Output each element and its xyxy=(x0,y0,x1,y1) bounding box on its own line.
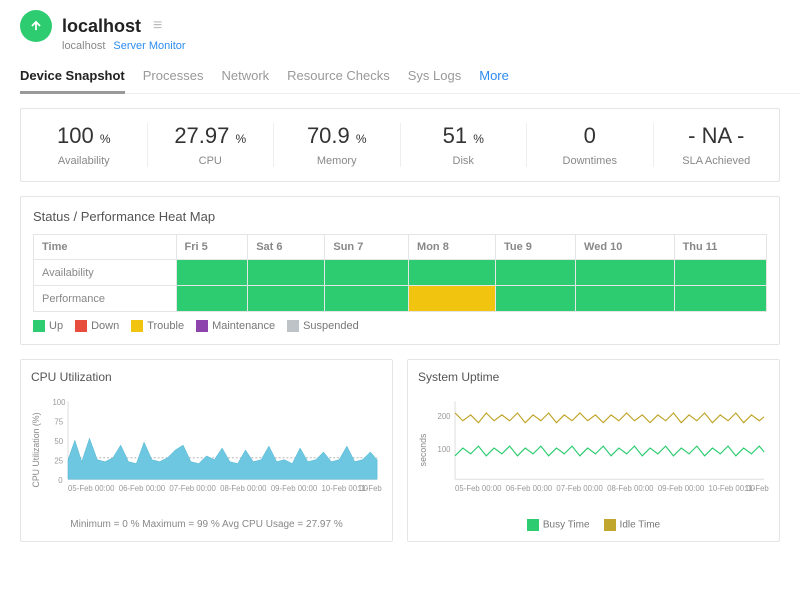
metric-cpu: 27.97 % CPU xyxy=(148,123,275,167)
svg-text:09-Feb 00:00: 09-Feb 00:00 xyxy=(271,484,318,493)
swatch-busy-icon xyxy=(527,519,539,531)
breadcrumb-link[interactable]: Server Monitor xyxy=(113,40,185,52)
svg-text:0: 0 xyxy=(58,476,63,485)
cpu-chart-title: CPU Utilization xyxy=(31,370,382,384)
tab-network[interactable]: Network xyxy=(221,62,269,93)
metric-disk: 51 % Disk xyxy=(401,123,528,167)
svg-text:200: 200 xyxy=(438,412,452,421)
breadcrumb-host: localhost xyxy=(62,40,105,52)
svg-text:seconds: seconds xyxy=(418,433,428,466)
metric-sla: - NA - SLA Achieved xyxy=(654,123,780,167)
svg-text:07-Feb 00:00: 07-Feb 00:00 xyxy=(169,484,216,493)
uptime-chart-panel: System Uptime seconds 200 100 05-Feb 00:… xyxy=(407,359,780,542)
heatmap-title: Status / Performance Heat Map xyxy=(33,209,767,224)
uptime-chart-title: System Uptime xyxy=(418,370,769,384)
svg-text:08-Feb 00:00: 08-Feb 00:00 xyxy=(607,484,654,493)
heatmap-legend: Up Down Trouble Maintenance Suspended xyxy=(33,320,767,332)
tab-resource-checks[interactable]: Resource Checks xyxy=(287,62,390,93)
svg-text:05-Feb 00:00: 05-Feb 00:00 xyxy=(68,484,115,493)
tab-device-snapshot[interactable]: Device Snapshot xyxy=(20,62,125,94)
svg-text:06-Feb 00:00: 06-Feb 00:00 xyxy=(119,484,166,493)
tabs: Device Snapshot Processes Network Resour… xyxy=(20,62,800,94)
svg-text:06-Feb 00:00: 06-Feb 00:00 xyxy=(506,484,553,493)
tab-processes[interactable]: Processes xyxy=(143,62,204,93)
page-title: localhost xyxy=(62,16,141,37)
svg-text:100: 100 xyxy=(52,398,66,407)
cpu-chart: CPU Utilization (%) 100 75 50 25 0 05-Fe… xyxy=(31,390,382,510)
metric-downtimes: 0 Downtimes xyxy=(527,123,654,167)
metrics-row: 100 % Availability 27.97 % CPU 70.9 % Me… xyxy=(20,108,780,182)
swatch-suspended-icon xyxy=(287,320,299,332)
svg-text:11-Feb 0: 11-Feb 0 xyxy=(745,484,769,493)
svg-text:25: 25 xyxy=(54,457,63,466)
svg-text:09-Feb 00:00: 09-Feb 00:00 xyxy=(658,484,705,493)
breadcrumb: localhost Server Monitor xyxy=(62,40,780,52)
tab-more[interactable]: More xyxy=(479,62,509,93)
swatch-up-icon xyxy=(33,320,45,332)
svg-text:11-Feb 0: 11-Feb 0 xyxy=(358,484,382,493)
tab-sys-logs[interactable]: Sys Logs xyxy=(408,62,461,93)
svg-text:CPU Utilization (%): CPU Utilization (%) xyxy=(31,413,41,488)
swatch-idle-icon xyxy=(604,519,616,531)
svg-text:50: 50 xyxy=(54,437,63,446)
uptime-chart: seconds 200 100 05-Feb 00:00 06-Feb 00:0… xyxy=(418,390,769,510)
svg-text:75: 75 xyxy=(54,418,63,427)
heatmap-row-availability: Availability xyxy=(34,260,767,286)
status-up-icon xyxy=(20,10,52,42)
metric-availability: 100 % Availability xyxy=(21,123,148,167)
heatmap-panel: Status / Performance Heat Map Time Fri 5… xyxy=(20,196,780,345)
svg-text:07-Feb 00:00: 07-Feb 00:00 xyxy=(556,484,603,493)
header: localhost ≡ localhost Server Monitor xyxy=(0,0,800,52)
uptime-legend: Busy Time Idle Time xyxy=(418,519,769,531)
heatmap-row-performance: Performance xyxy=(34,286,767,312)
svg-text:100: 100 xyxy=(438,445,452,454)
svg-text:08-Feb 00:00: 08-Feb 00:00 xyxy=(220,484,267,493)
hamburger-icon[interactable]: ≡ xyxy=(153,17,162,35)
swatch-trouble-icon xyxy=(131,320,143,332)
svg-text:05-Feb 00:00: 05-Feb 00:00 xyxy=(455,484,502,493)
swatch-down-icon xyxy=(75,320,87,332)
metric-memory: 70.9 % Memory xyxy=(274,123,401,167)
swatch-maintenance-icon xyxy=(196,320,208,332)
heatmap-table: Time Fri 5 Sat 6 Sun 7 Mon 8 Tue 9 Wed 1… xyxy=(33,234,767,312)
cpu-chart-footer: Minimum = 0 % Maximum = 99 % Avg CPU Usa… xyxy=(31,519,382,530)
cpu-chart-panel: CPU Utilization CPU Utilization (%) 100 … xyxy=(20,359,393,542)
